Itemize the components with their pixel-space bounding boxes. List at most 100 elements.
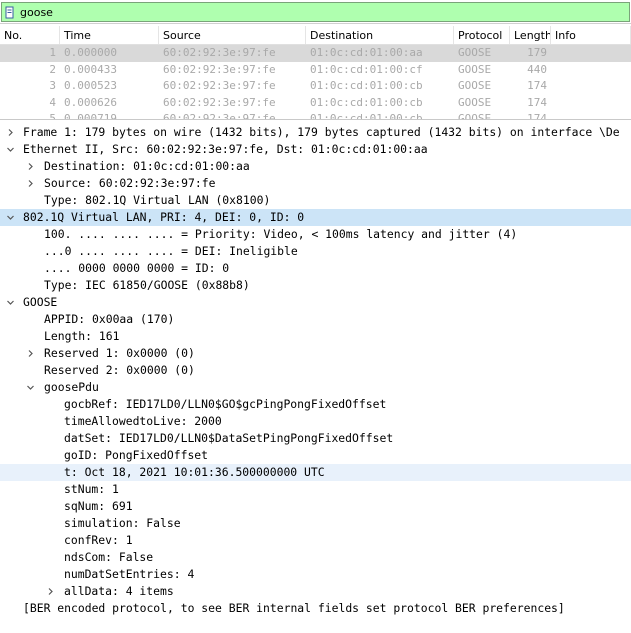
packet-cell-protocol: GOOSE xyxy=(458,62,492,76)
detail-tree-item[interactable]: Length: 161 xyxy=(0,328,631,345)
detail-tree-item[interactable]: 802.1Q Virtual LAN, PRI: 4, DEI: 0, ID: … xyxy=(0,209,631,226)
detail-tree-item[interactable]: allData: 4 items xyxy=(0,583,631,600)
display-filter-field[interactable] xyxy=(1,2,630,22)
filter-bookmark-icon[interactable] xyxy=(2,3,17,21)
detail-tree-label: [BER encoded protocol, to see BER intern… xyxy=(23,601,565,615)
column-header-source[interactable]: Source xyxy=(159,26,306,44)
packet-row[interactable]: 2 0.000433 60:02:92:3e:97:fe 01:0c:cd:01:00… xyxy=(0,62,631,79)
packet-cell-time: 0.000523 xyxy=(64,79,117,92)
packet-cell-protocol: GOOSE xyxy=(458,112,492,119)
packet-cell-time: 0.000433 xyxy=(64,62,117,76)
column-header-protocol[interactable]: Protocol xyxy=(454,26,510,44)
detail-tree-item[interactable]: simulation: False xyxy=(0,515,631,532)
detail-tree-item[interactable]: APPID: 0x00aa (170) xyxy=(0,311,631,328)
detail-tree-label: confRev: 1 xyxy=(64,533,133,547)
detail-tree-label: 802.1Q Virtual LAN, PRI: 4, DEI: 0, ID: … xyxy=(23,210,305,224)
packet-cell-length: 174 xyxy=(527,95,547,109)
detail-tree-label: Destination: 01:0c:cd:01:00:aa xyxy=(44,159,250,173)
detail-tree-item[interactable]: 100. .... .... .... = Priority: Video, <… xyxy=(0,226,631,243)
expand-chevron-down-icon[interactable] xyxy=(4,209,16,226)
column-header-no[interactable]: No. xyxy=(0,26,60,44)
detail-tree-item[interactable]: goID: PongFixedOffset xyxy=(0,447,631,464)
detail-tree-item[interactable]: timeAllowedtoLive: 2000 xyxy=(0,413,631,430)
detail-tree-item[interactable]: datSet: IED17LD0/LLN0$DataSetPingPongFix… xyxy=(0,430,631,447)
detail-tree-label: Type: 802.1Q Virtual LAN (0x8100) xyxy=(44,193,271,207)
display-filter-input[interactable] xyxy=(17,4,617,20)
packet-row[interactable]: 5 0.000719 60:02:92:3e:97:fe 01:0c:cd:01:00… xyxy=(0,111,631,119)
detail-tree-item[interactable]: Destination: 01:0c:cd:01:00:aa xyxy=(0,158,631,175)
detail-tree-item[interactable]: Type: IEC 61850/GOOSE (0x88b8) xyxy=(0,277,631,294)
detail-tree-label: t: Oct 18, 2021 10:01:36.500000000 UTC xyxy=(64,465,325,479)
detail-tree-item[interactable]: t: Oct 18, 2021 10:01:36.500000000 UTC xyxy=(0,464,631,481)
detail-tree-item[interactable]: gocbRef: IED17LD0/LLN0$GO$gcPingPongFixe… xyxy=(0,396,631,413)
detail-tree-item[interactable]: Frame 1: 179 bytes on wire (1432 bits), … xyxy=(0,124,631,141)
detail-tree-item[interactable]: confRev: 1 xyxy=(0,532,631,549)
detail-tree-label: allData: 4 items xyxy=(64,584,174,598)
packet-cell-destination: 01:0c:cd:01:00:cf xyxy=(310,62,423,76)
detail-tree-item[interactable]: .... 0000 0000 0000 = ID: 0 xyxy=(0,260,631,277)
detail-tree-item[interactable]: goosePdu xyxy=(0,379,631,396)
packet-cell-info xyxy=(551,95,631,112)
packet-cell-no: 1 xyxy=(49,46,56,59)
packet-cell-source: 60:02:92:3e:97:fe xyxy=(163,46,276,59)
column-header-length[interactable]: Length xyxy=(510,26,551,44)
expand-chevron-right-icon[interactable] xyxy=(44,583,56,600)
detail-tree-label: sqNum: 691 xyxy=(64,499,133,513)
packet-row[interactable]: 3 0.000523 60:02:92:3e:97:fe 01:0c:cd:01:00… xyxy=(0,78,631,95)
detail-tree-label: datSet: IED17LD0/LLN0$DataSetPingPongFix… xyxy=(64,431,394,445)
detail-tree-item[interactable]: sqNum: 691 xyxy=(0,498,631,515)
packet-cell-time: 0.000626 xyxy=(64,95,117,109)
expand-chevron-right-icon[interactable] xyxy=(24,345,36,362)
detail-tree-item[interactable]: numDatSetEntries: 4 xyxy=(0,566,631,583)
packet-cell-length: 174 xyxy=(527,79,547,92)
column-header-info[interactable]: Info xyxy=(551,26,631,44)
packet-cell-source: 60:02:92:3e:97:fe xyxy=(163,112,276,119)
detail-tree-label: goosePdu xyxy=(44,380,99,394)
expand-chevron-down-icon[interactable] xyxy=(4,141,16,158)
detail-tree-item[interactable]: stNum: 1 xyxy=(0,481,631,498)
detail-tree-item[interactable]: Reserved 2: 0x0000 (0) xyxy=(0,362,631,379)
packet-cell-protocol: GOOSE xyxy=(458,46,492,59)
packet-cell-time: 0.000719 xyxy=(64,112,117,119)
detail-tree-label: timeAllowedtoLive: 2000 xyxy=(64,414,222,428)
packet-cell-info xyxy=(551,62,631,79)
detail-tree-item[interactable]: Reserved 1: 0x0000 (0) xyxy=(0,345,631,362)
packet-cell-source: 60:02:92:3e:97:fe xyxy=(163,62,276,76)
packet-cell-destination: 01:0c:cd:01:00:cb xyxy=(310,95,423,109)
detail-tree-label: Ethernet II, Src: 60:02:92:3e:97:fe, Dst… xyxy=(23,142,428,156)
packet-details-tree[interactable]: Frame 1: 179 bytes on wire (1432 bits), … xyxy=(0,124,631,633)
column-header-time[interactable]: Time xyxy=(60,26,159,44)
expand-chevron-right-icon[interactable] xyxy=(4,124,16,141)
detail-tree-item[interactable]: ...0 .... .... .... = DEI: Ineligible xyxy=(0,243,631,260)
detail-tree-item[interactable]: GOOSE xyxy=(0,294,631,311)
packet-list[interactable]: No. Time Source Destination Protocol Len… xyxy=(0,26,631,120)
packet-cell-length: 179 xyxy=(527,46,547,59)
detail-tree-item[interactable]: Source: 60:02:92:3e:97:fe xyxy=(0,175,631,192)
packet-cell-info xyxy=(551,111,631,119)
expand-chevron-right-icon[interactable] xyxy=(24,158,36,175)
packet-cell-protocol: GOOSE xyxy=(458,95,492,109)
detail-tree-label: numDatSetEntries: 4 xyxy=(64,567,195,581)
packet-cell-length: 440 xyxy=(527,62,547,76)
detail-tree-item[interactable]: ndsCom: False xyxy=(0,549,631,566)
packet-list-header: No. Time Source Destination Protocol Len… xyxy=(0,26,631,45)
detail-tree-label: .... 0000 0000 0000 = ID: 0 xyxy=(44,261,230,275)
packet-row[interactable]: 4 0.000626 60:02:92:3e:97:fe 01:0c:cd:01:00… xyxy=(0,95,631,112)
packet-cell-no: 4 xyxy=(49,95,56,109)
expand-chevron-right-icon[interactable] xyxy=(24,175,36,192)
packet-cell-destination: 01:0c:cd:01:00:cb xyxy=(310,79,423,92)
packet-cell-no: 5 xyxy=(49,112,56,119)
column-header-destination[interactable]: Destination xyxy=(306,26,454,44)
packet-cell-destination: 01:0c:cd:01:00:cb xyxy=(310,112,423,119)
detail-tree-item[interactable]: Type: 802.1Q Virtual LAN (0x8100) xyxy=(0,192,631,209)
detail-tree-label: ...0 .... .... .... = DEI: Ineligible xyxy=(44,244,298,258)
detail-tree-item[interactable]: [BER encoded protocol, to see BER intern… xyxy=(0,600,631,617)
packet-row[interactable]: 1 0.000000 60:02:92:3e:97:fe 01:0c:cd:01:00… xyxy=(0,45,631,62)
expand-chevron-down-icon[interactable] xyxy=(4,294,16,311)
detail-tree-item[interactable]: Ethernet II, Src: 60:02:92:3e:97:fe, Dst… xyxy=(0,141,631,158)
detail-tree-label: APPID: 0x00aa (170) xyxy=(44,312,175,326)
packet-cell-info xyxy=(551,78,631,95)
detail-tree-label: simulation: False xyxy=(64,516,181,530)
detail-tree-label: 100. .... .... .... = Priority: Video, <… xyxy=(44,227,518,241)
expand-chevron-down-icon[interactable] xyxy=(24,379,36,396)
